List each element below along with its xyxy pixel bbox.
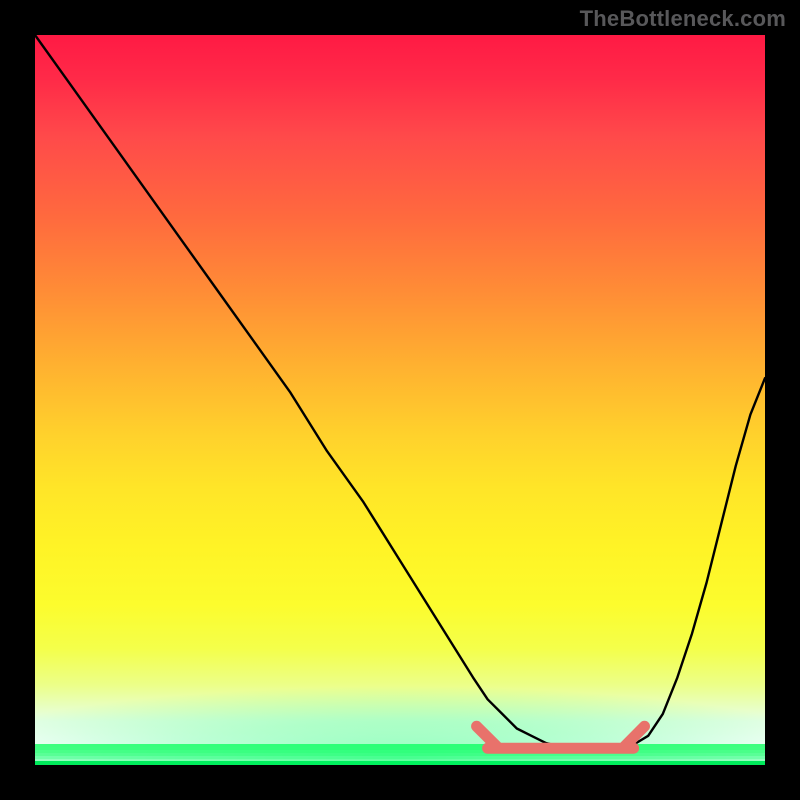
watermark-text: TheBottleneck.com xyxy=(580,6,786,32)
chart-plot-area xyxy=(35,35,765,765)
optimal-range-marker xyxy=(35,35,765,765)
